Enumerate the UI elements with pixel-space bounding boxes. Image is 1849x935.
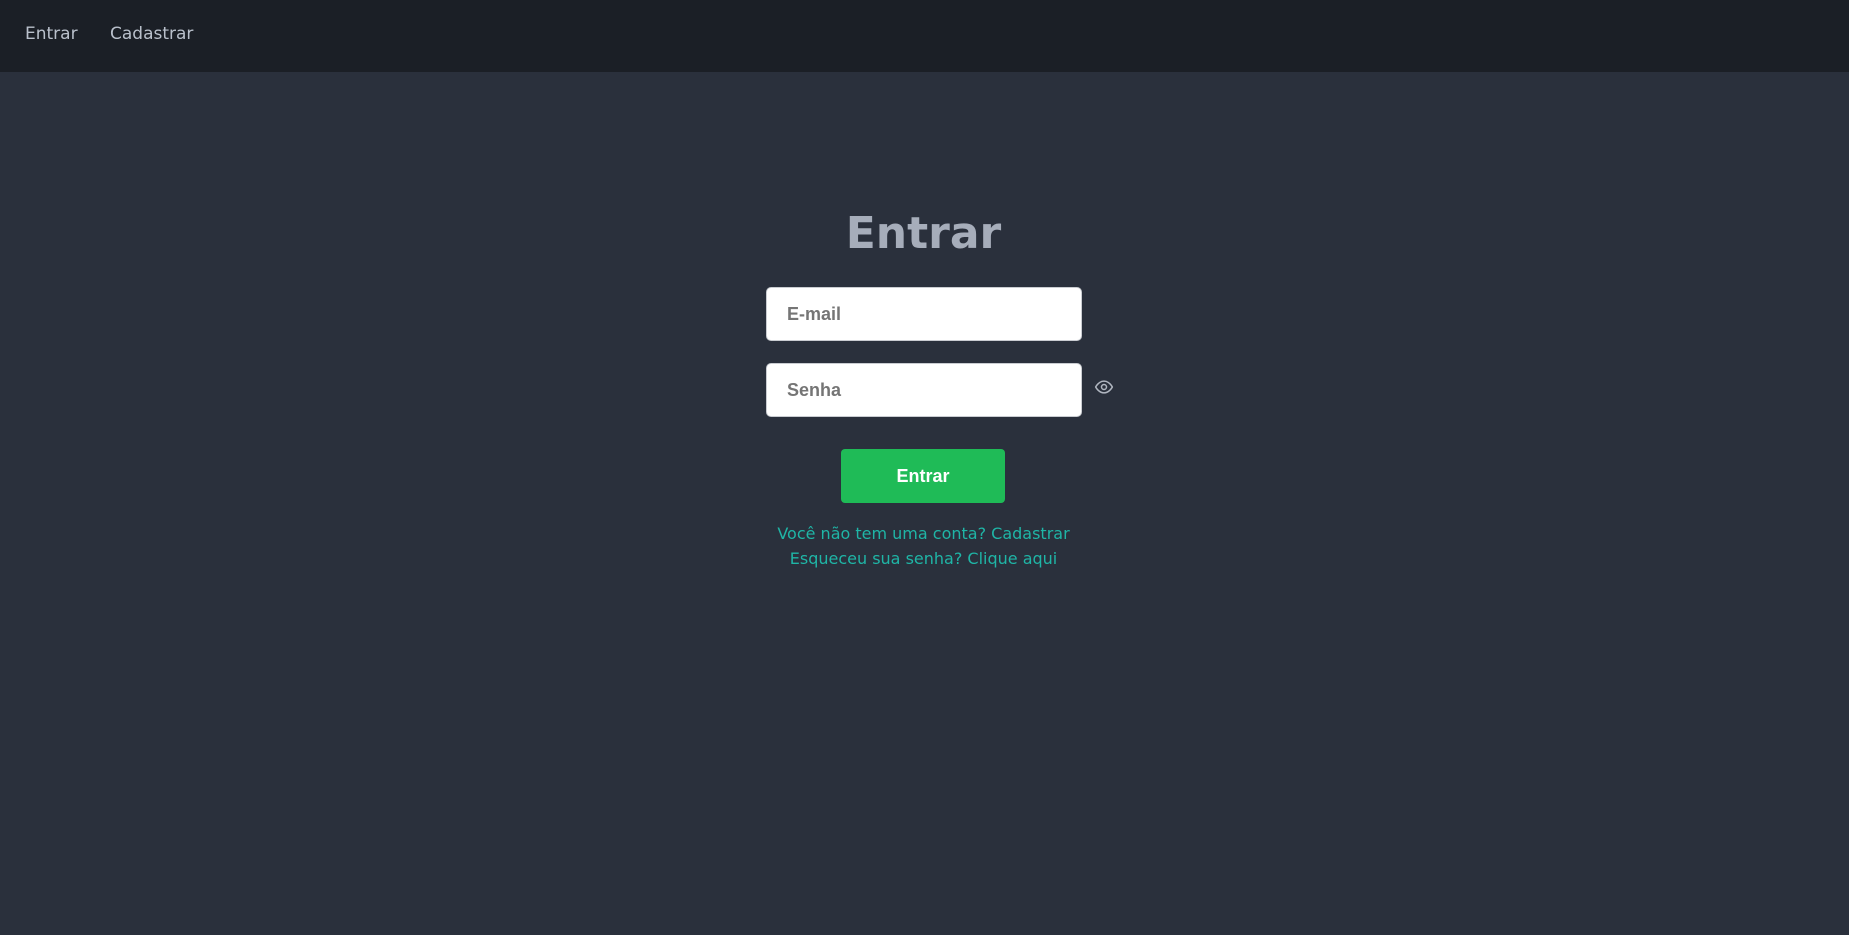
login-page: Entrar Entrar Você não tem uma conta? Ca… xyxy=(0,72,1849,935)
forgot-password-link[interactable]: Esqueceu sua senha? Clique aqui xyxy=(0,548,1847,570)
page-title: Entrar xyxy=(845,208,1002,259)
top-navbar: Entrar Cadastrar xyxy=(0,0,1849,72)
eye-icon[interactable] xyxy=(1094,377,1114,397)
email-field[interactable] xyxy=(766,287,1082,341)
nav-link-entrar[interactable]: Entrar xyxy=(25,24,78,44)
login-submit-button[interactable]: Entrar xyxy=(841,449,1005,503)
nav-link-cadastrar[interactable]: Cadastrar xyxy=(110,24,193,44)
password-field[interactable] xyxy=(766,363,1082,417)
signup-link[interactable]: Você não tem uma conta? Cadastrar xyxy=(0,523,1847,545)
